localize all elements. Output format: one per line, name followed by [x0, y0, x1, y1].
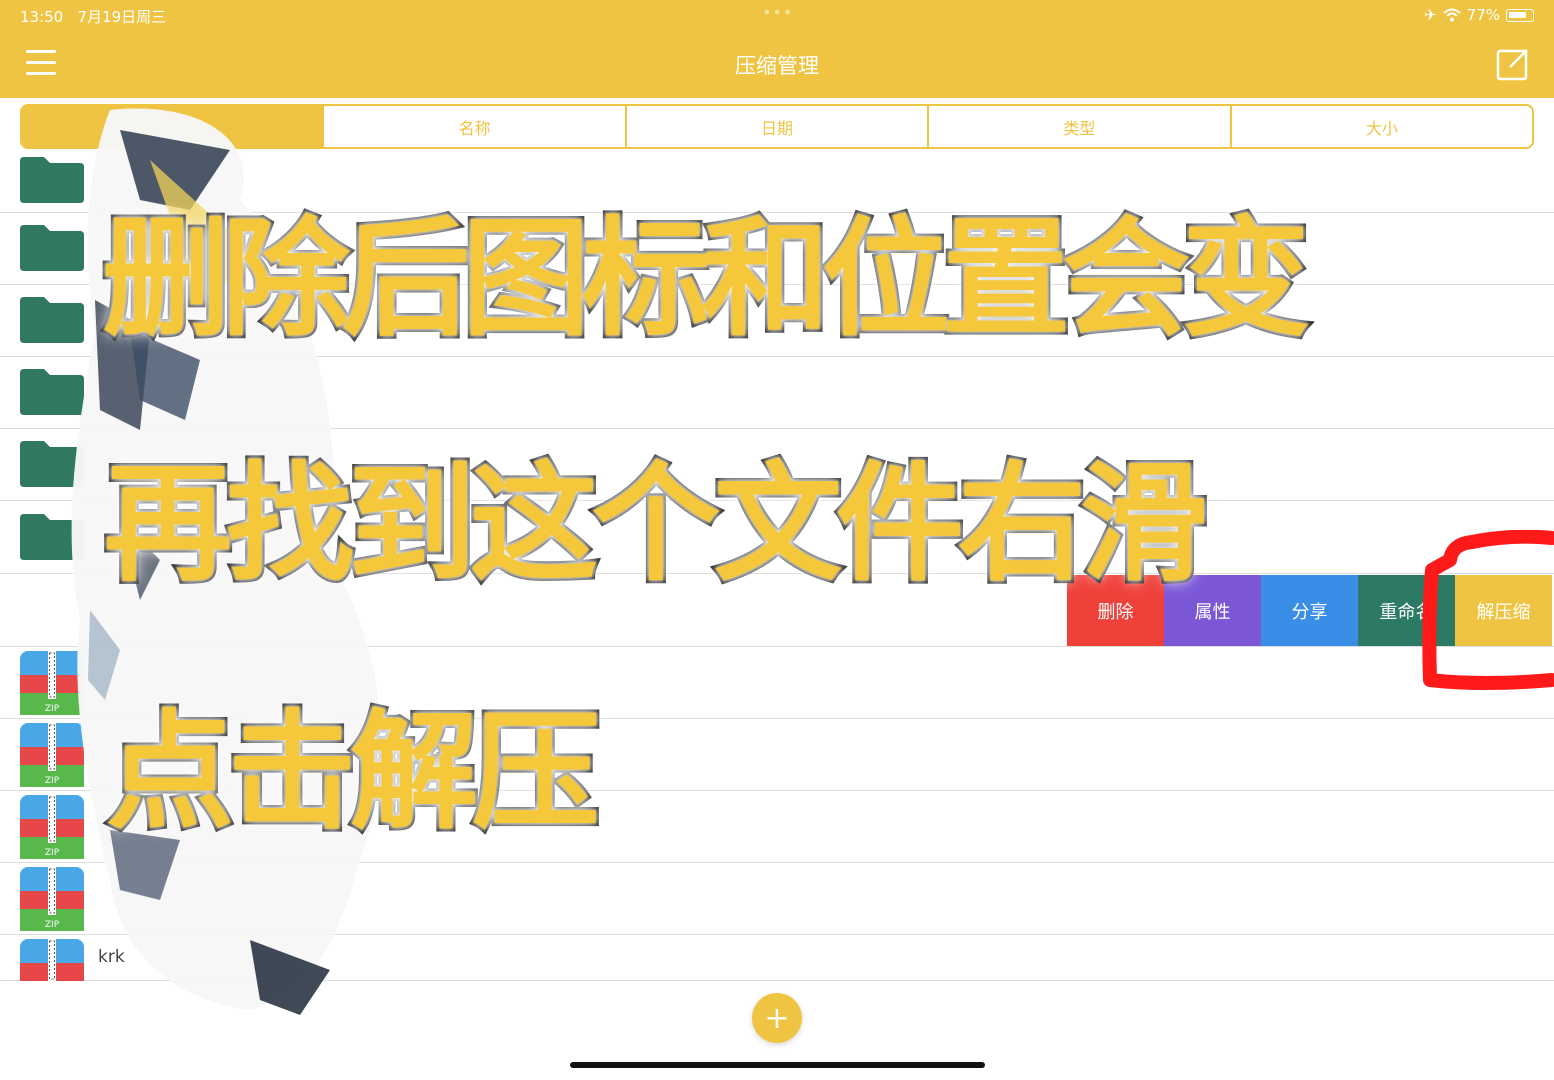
home-indicator[interactable] [570, 1062, 985, 1068]
file-name: krk [98, 947, 125, 967]
zip-file-icon: ZIP [20, 795, 84, 859]
folder-icon [20, 441, 84, 487]
zip-file-icon [20, 939, 84, 981]
svg-text:ZIP: ZIP [45, 848, 60, 858]
status-indicators: ✈ 77% [1424, 6, 1534, 24]
folder-icon [20, 225, 84, 271]
list-item[interactable] [0, 357, 1554, 429]
list-item[interactable]: krk [0, 935, 1554, 981]
rename-button[interactable]: 重命名 [1358, 575, 1455, 646]
top-bar: 13:50 7月19日周三 ••• ✈ 77% 压缩管理 [0, 0, 1554, 98]
list-item[interactable]: ZIP [0, 863, 1554, 935]
extract-button[interactable]: 解压缩 [1455, 575, 1552, 646]
zip-file-icon: ZIP [20, 651, 84, 715]
svg-text:ZIP: ZIP [45, 920, 60, 930]
page-title: 压缩管理 [735, 54, 819, 78]
compose-icon[interactable] [1496, 47, 1530, 81]
svg-text:ZIP: ZIP [45, 704, 60, 714]
airplane-icon: ✈ [1424, 6, 1437, 24]
folder-icon [20, 157, 84, 203]
zip-file-icon: ZIP [20, 867, 84, 931]
add-button[interactable]: + [752, 993, 802, 1043]
caption-line-1: 删除后图标和位置会变 [99, 202, 1313, 357]
folder-icon [20, 514, 84, 560]
wifi-icon [1442, 8, 1461, 22]
folder-icon [20, 297, 84, 343]
folder-icon [20, 369, 84, 415]
status-clock: 13:50 [20, 8, 64, 26]
caption-line-2: 再找到这个文件右滑 [101, 447, 1211, 602]
share-button[interactable]: 分享 [1261, 575, 1358, 646]
multitask-dots[interactable]: ••• [762, 3, 793, 22]
status-time: 13:50 7月19日周三 [20, 6, 166, 27]
zip-file-icon: ZIP [20, 723, 84, 787]
battery-icon [1506, 8, 1534, 22]
battery-percent: 77% [1466, 6, 1500, 24]
status-date: 7月19日周三 [77, 8, 167, 26]
caption-line-3: 点击解压 [103, 695, 603, 850]
svg-text:ZIP: ZIP [45, 776, 60, 786]
